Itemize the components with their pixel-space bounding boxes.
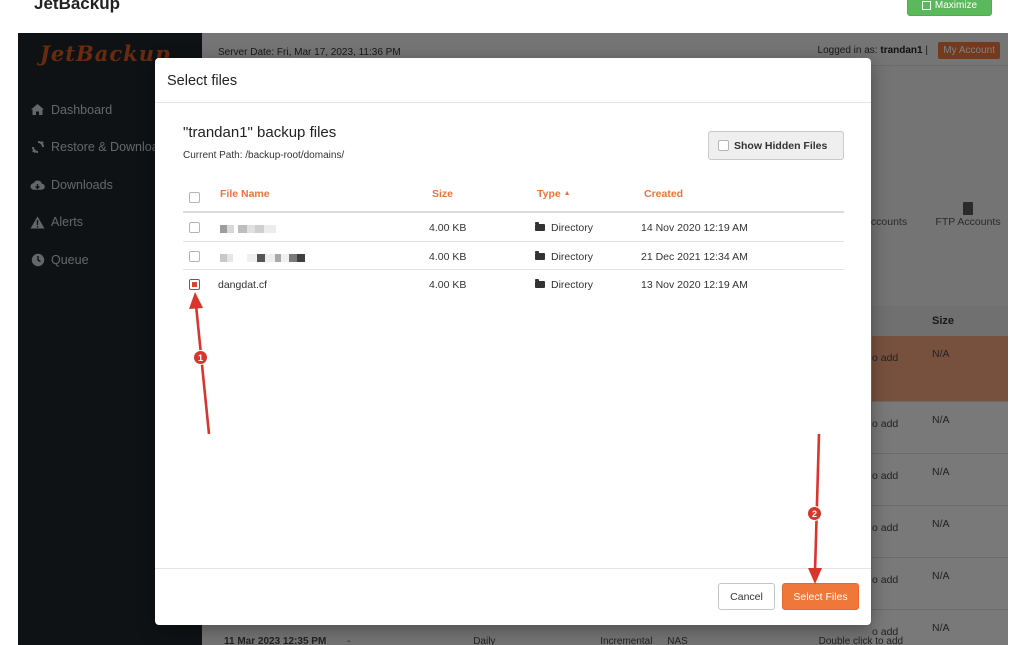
screen: JetBackup Maximize JetBackup Dashboard R… [0,0,1024,645]
files-table-header: File Name Size Type ▲ Created [183,182,844,213]
row-checkbox[interactable] [189,279,200,290]
file-row[interactable]: dangdat.cf 4.00 KB Directory 13 Nov 2020… [183,270,844,299]
folder-icon [535,279,545,288]
file-type-label: Directory [551,279,594,291]
cancel-button[interactable]: Cancel [718,583,775,610]
file-size: 4.00 KB [429,250,467,263]
folder-icon [535,222,545,231]
modal-footer: Cancel Select Files [155,568,871,625]
column-size[interactable]: Size [432,188,453,200]
annotation-badge-1: 1 [193,350,208,365]
backup-files-title: "trandan1" backup files [183,124,337,141]
show-hidden-checkbox[interactable] [718,140,729,151]
file-type: Directory [535,250,594,263]
select-files-modal: Select files "trandan1" backup files Cur… [155,58,871,625]
show-hidden-label: Show Hidden Files [734,139,828,152]
file-name: dangdat.cf [218,279,268,291]
page-title: JetBackup [34,0,120,13]
sort-asc-icon: ▲ [563,190,571,197]
file-type-label: Directory [551,250,594,263]
file-size: 4.00 KB [429,222,467,234]
file-name-redacted [220,223,276,235]
annotation-badge-2: 2 [807,506,822,521]
maximize-button[interactable]: Maximize [907,0,992,16]
row-checkbox[interactable] [189,222,200,233]
column-type[interactable]: Type ▲ [537,188,571,200]
select-files-button[interactable]: Select Files [782,583,859,610]
current-path: Current Path: /backup-root/domains/ [183,150,345,161]
file-size: 4.00 KB [429,279,467,291]
file-row[interactable]: 4.00 KB Directory 21 Dec 2021 12:34 AM [183,242,844,270]
file-row[interactable]: 4.00 KB Directory 14 Nov 2020 12:19 AM [183,213,844,242]
file-type: Directory [535,222,593,234]
folder-icon [535,250,545,260]
file-created: 14 Nov 2020 12:19 AM [641,222,748,234]
file-created: 13 Nov 2020 12:19 AM [641,279,748,291]
maximize-label: Maximize [934,0,978,11]
show-hidden-files-toggle[interactable]: Show Hidden Files [708,131,844,160]
modal-title: Select files [167,73,238,89]
column-created[interactable]: Created [644,188,683,200]
file-type-label: Directory [551,222,594,234]
column-type-label: Type [537,188,561,200]
file-name-redacted [220,252,305,264]
maximize-icon [921,0,931,10]
select-all-checkbox[interactable] [189,192,200,203]
row-checkbox[interactable] [189,250,200,262]
column-file-name[interactable]: File Name [220,188,270,200]
files-table: File Name Size Type ▲ Created 4.00 KB Di… [183,182,844,299]
file-type: Directory [535,279,593,291]
file-created: 21 Dec 2021 12:34 AM [641,250,748,263]
modal-header: Select files [155,58,871,103]
